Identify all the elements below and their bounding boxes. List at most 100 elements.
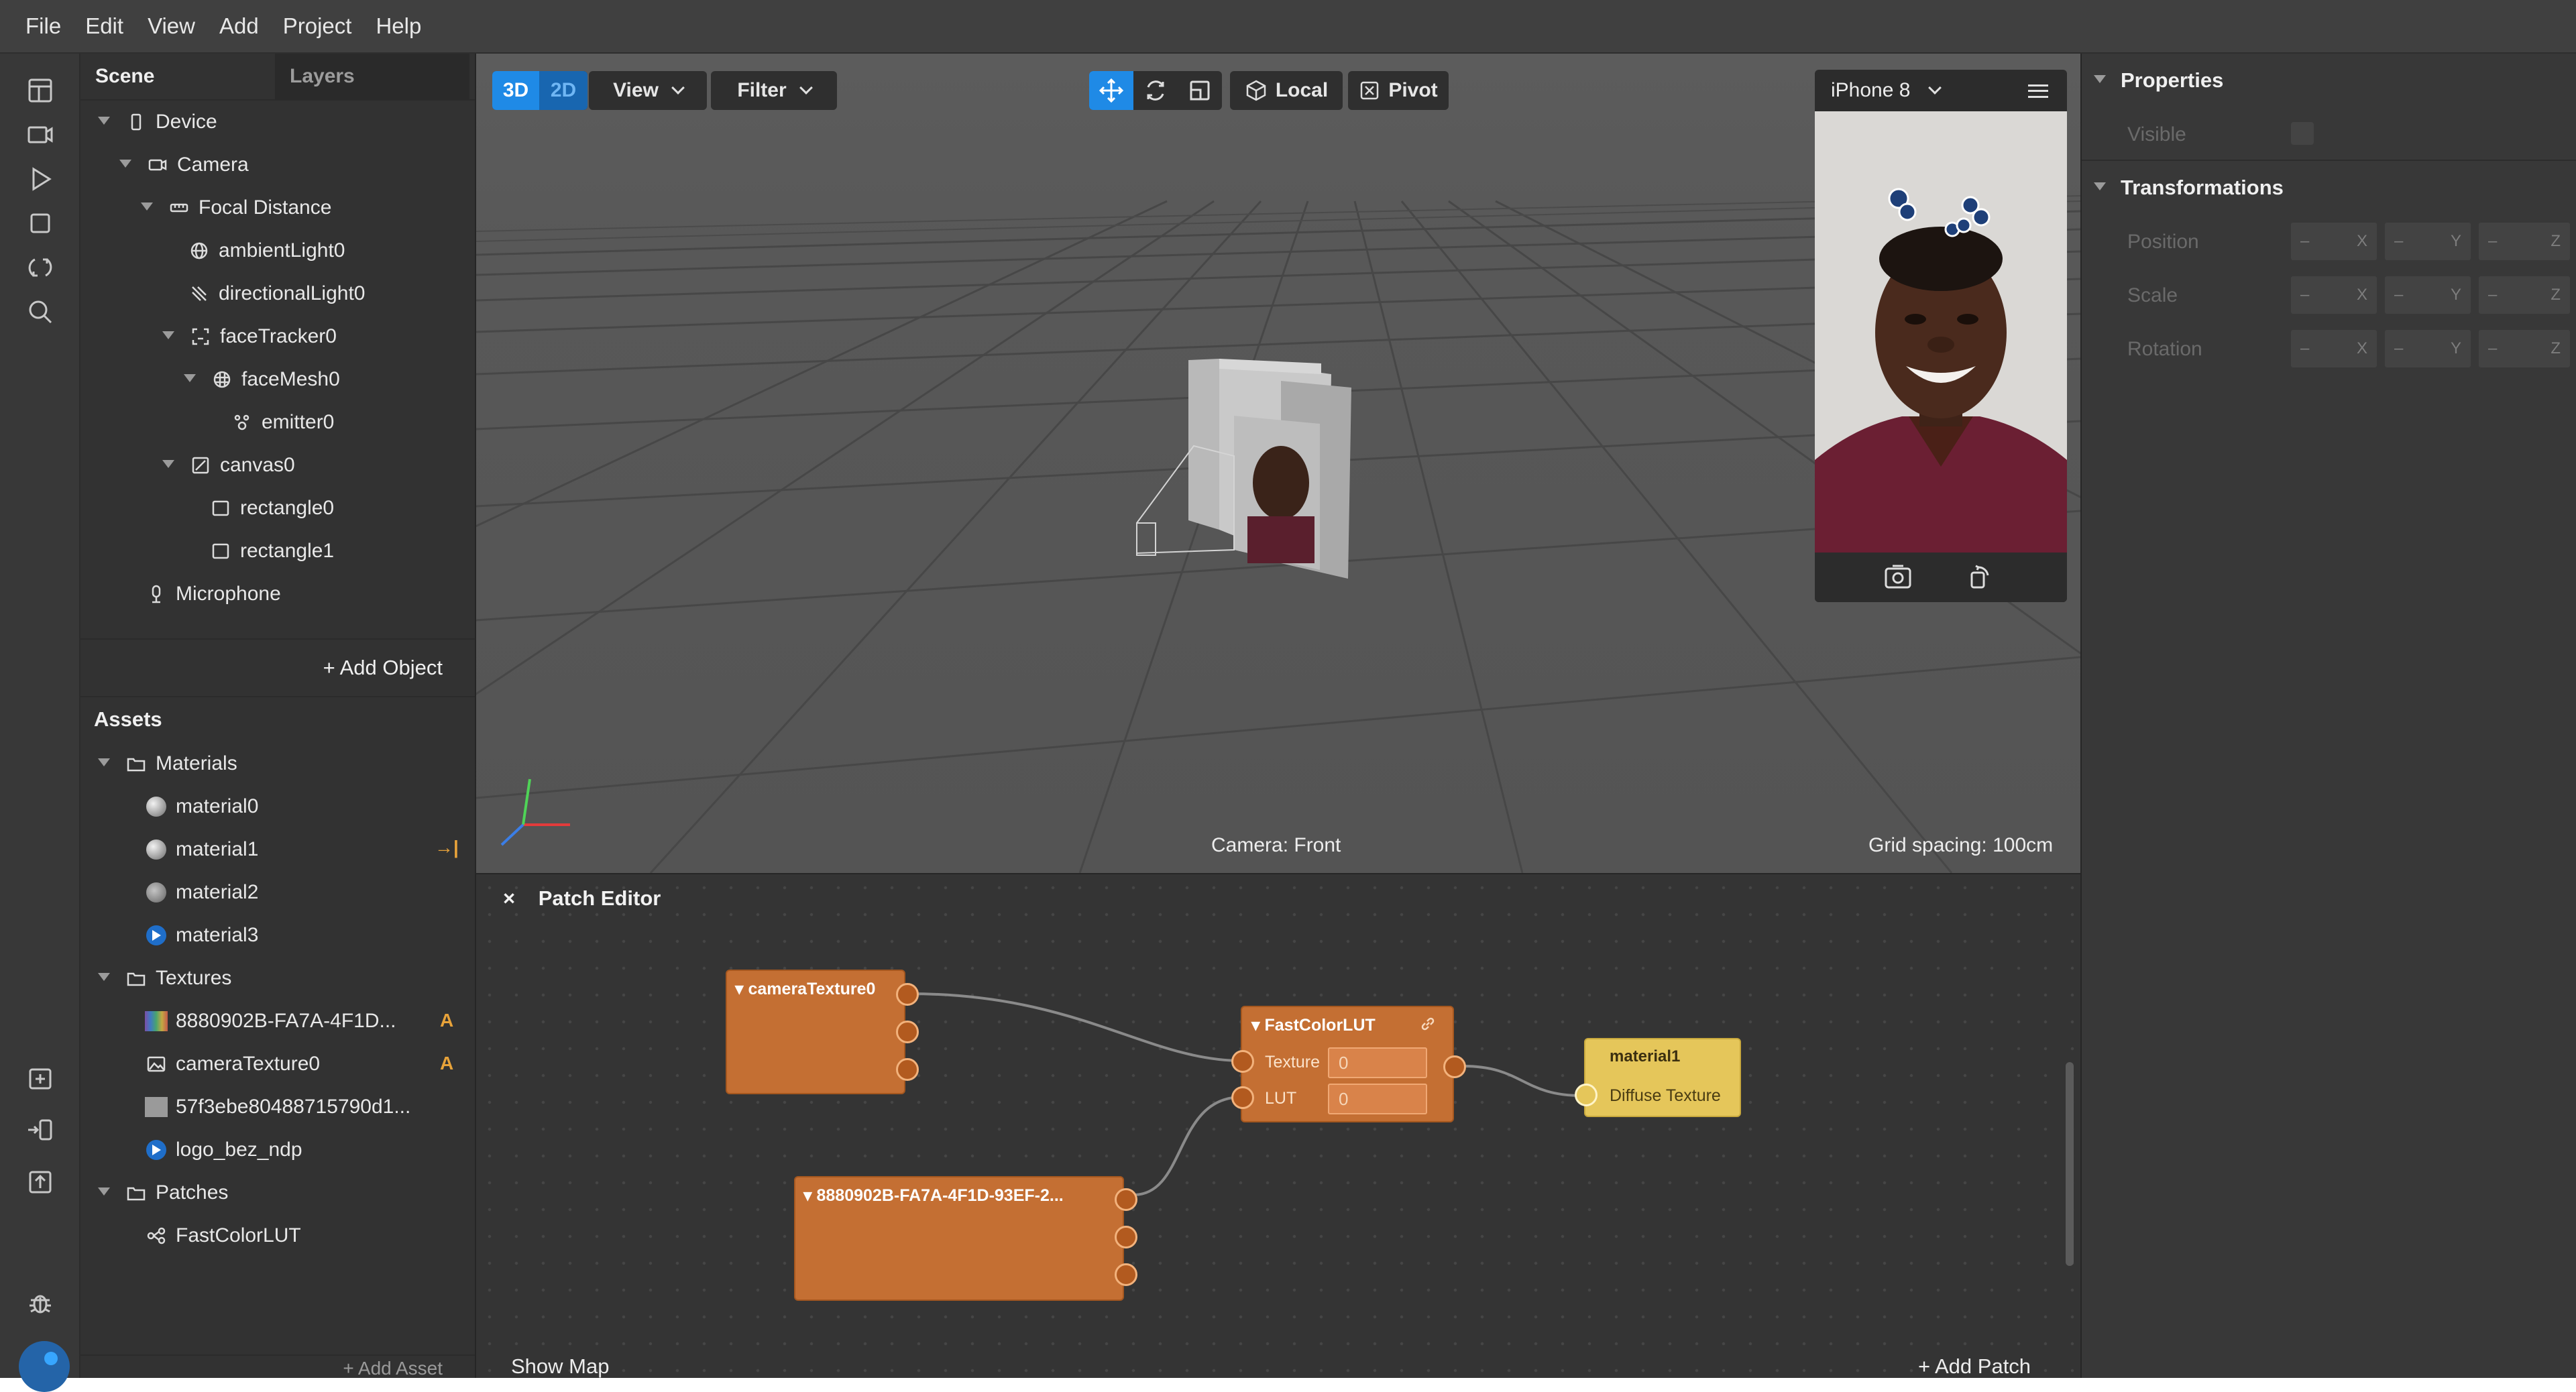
bug-icon[interactable] [20,1283,60,1323]
scale-z-field[interactable]: – Z [2479,276,2570,314]
send-to-device-icon[interactable] [20,1110,60,1150]
output-port[interactable] [1115,1188,1137,1211]
node-material1[interactable]: material1 Diffuse Texture [1584,1038,1741,1117]
asset-gray-texture[interactable]: 57f3ebe80488715790d1... [145,1086,410,1128]
btn-3d[interactable]: 3D [492,71,539,110]
connection-texture-to-lut [1133,1096,1243,1196]
input-port[interactable] [1575,1084,1598,1106]
output-port[interactable] [896,1058,919,1081]
position-y-field[interactable]: – Y [2385,223,2471,260]
local-toggle[interactable]: Local [1230,71,1343,110]
show-map-button[interactable]: Show Map [511,1354,609,1379]
node-camera-texture[interactable]: ▾ cameraTexture0 [726,970,905,1094]
field-value: – [2394,232,2404,250]
input-port[interactable] [1231,1050,1254,1073]
device-selector[interactable]: iPhone 8 [1815,70,2067,111]
upload-icon[interactable] [20,1162,60,1202]
layout-icon[interactable] [20,70,60,111]
menu-help[interactable]: Help [376,13,421,39]
node-title-text: cameraTexture0 [748,980,876,998]
chevron-down-icon[interactable] [98,758,110,769]
camera-view-icon[interactable] [20,115,60,155]
pivot-toggle[interactable]: Pivot [1348,71,1449,110]
add-patch-button[interactable]: + Add Patch [1918,1354,2031,1379]
node-title: material1 [1610,1047,1681,1065]
menu-bar: File Edit View Add Project Help [0,0,2576,54]
device-preview: iPhone 8 [1815,70,2067,602]
output-port[interactable] [896,1021,919,1043]
chevron-down-icon[interactable] [98,973,110,984]
chevron-down-icon [671,81,685,95]
scale-tool-icon[interactable] [1178,71,1222,110]
btn-2d[interactable]: 2D [539,71,587,110]
material-link-badge: →| [435,837,459,858]
rotate-device-icon[interactable] [1966,563,1993,590]
properties-title: Properties [2121,68,2224,92]
move-tool-icon[interactable] [1089,71,1133,110]
asset-folder-materials[interactable]: Materials [98,742,237,785]
chevron-down-icon [2094,75,2106,86]
chevron-down-icon [799,81,813,95]
input-port[interactable] [1231,1086,1254,1109]
rotate-tool-icon[interactable] [1133,71,1178,110]
search-icon[interactable] [20,292,60,332]
chevron-down-icon [2094,182,2106,193]
asset-material0[interactable]: material0 [145,785,258,828]
menu-edit[interactable]: Edit [85,13,123,39]
output-port[interactable] [1115,1226,1137,1249]
transformations-section-header[interactable]: Transformations [2094,161,2284,215]
chevron-down-icon[interactable] [98,1187,110,1198]
asset-material2[interactable]: material2 [145,871,258,914]
rotation-x-field[interactable]: – X [2291,330,2377,367]
properties-section-header[interactable]: Properties [2094,54,2223,107]
asset-folder-textures[interactable]: Textures [98,957,231,1000]
output-port[interactable] [1443,1055,1466,1078]
vertical-scrollbar[interactable] [2066,1062,2074,1266]
account-avatar[interactable] [19,1341,70,1392]
image-icon [145,1053,168,1076]
refresh-icon[interactable] [20,247,60,288]
asset-label: material2 [176,881,259,903]
node-fastcolorlut[interactable]: ▾ FastColorLUT Texture 0 LUT 0 [1241,1006,1454,1122]
stop-icon[interactable] [20,203,60,243]
position-z-field[interactable]: – Z [2479,223,2570,260]
view-dropdown[interactable]: View [589,71,707,110]
output-port[interactable] [1115,1263,1137,1286]
dimension-toggle[interactable]: 3D 2D [492,71,587,110]
filter-dropdown[interactable]: Filter [711,71,837,110]
material-sphere-icon [145,838,168,861]
rotation-label: Rotation [2127,338,2202,360]
asset-label: Materials [156,752,237,774]
menu-project[interactable]: Project [283,13,352,39]
scale-x-field[interactable]: – X [2291,276,2377,314]
play-icon[interactable] [20,159,60,199]
scale-y-field[interactable]: – Y [2385,276,2471,314]
menu-view[interactable]: View [148,13,195,39]
visible-checkbox[interactable] [2291,122,2314,145]
capture-icon[interactable] [1883,563,1913,590]
tool-strip [0,54,80,1392]
lut-value-field[interactable]: 0 [1328,1084,1427,1114]
position-x-field[interactable]: – X [2291,223,2377,260]
menu-icon[interactable] [2028,84,2048,98]
node-lut-texture[interactable]: ▾ 8880902B-FA7A-4F1D-93EF-2... [794,1176,1124,1301]
rotation-z-field[interactable]: – Z [2479,330,2570,367]
output-port[interactable] [896,983,919,1006]
asset-material3[interactable]: material3 [145,914,258,957]
asset-lut-texture[interactable]: 8880902B-FA7A-4F1D... [145,1000,396,1043]
patch-editor[interactable]: × Patch Editor ▾ cameraTexture0 ▾ 888090… [476,873,2080,1378]
menu-add[interactable]: Add [219,13,259,39]
asset-camera-texture[interactable]: cameraTexture0 [145,1043,320,1086]
add-asset-button[interactable]: + Add Asset [80,1354,475,1381]
rotation-y-field[interactable]: – Y [2385,330,2471,367]
asset-fastcolorlut[interactable]: FastColorLUT [145,1214,301,1257]
asset-material1[interactable]: material1 [145,828,258,871]
asset-logo[interactable]: logo_bez_ndp [145,1128,302,1171]
menu-file[interactable]: File [25,13,61,39]
texture-value-field[interactable]: 0 [1328,1047,1427,1078]
preview-face-image [1815,111,2067,553]
device-name: iPhone 8 [1831,79,1911,101]
filter-label: Filter [737,79,787,101]
import-icon[interactable] [20,1057,60,1098]
asset-folder-patches[interactable]: Patches [98,1171,228,1214]
